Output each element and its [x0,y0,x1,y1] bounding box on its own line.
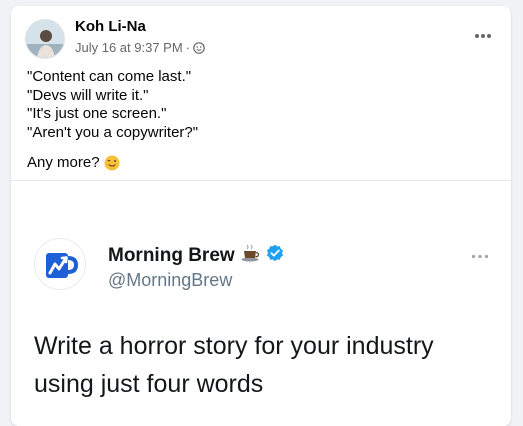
post-text: "Content can come last." "Devs will writ… [27,68,497,173]
meta-separator: · [185,40,191,55]
post-card: Koh Li-Na July 16 at 9:37 PM · "Content [11,6,511,426]
avatar-photo [26,20,64,58]
post-text-line: "Devs will write it." [27,86,149,104]
tweet-handle[interactable]: @MorningBrew [108,270,232,291]
tweet-display-name[interactable]: Morning Brew [108,245,235,267]
post-meta: July 16 at 9:37 PM · [75,40,205,55]
tweet-text: Write a horror story for your industry u… [34,332,434,398]
embedded-tweet[interactable]: Morning Brew @MorningBrew Write a horror… [11,181,511,426]
verified-badge-icon [266,244,284,268]
post-text-line: "Aren't you a copywriter?" [27,123,199,141]
avatar[interactable] [25,19,65,59]
post-closing-text: Any more? [27,154,100,171]
more-dots-icon [475,34,491,38]
coffee-icon [241,244,261,268]
author-name[interactable]: Koh Li-Na [75,18,146,35]
more-dots-icon [471,254,489,258]
tweet-more-options-button[interactable] [469,249,491,263]
winking-face-tongue-icon [104,155,120,171]
post-header: Koh Li-Na July 16 at 9:37 PM · [11,6,511,66]
morning-brew-mug-logo[interactable] [34,238,86,290]
post-timestamp[interactable]: July 16 at 9:37 PM [75,40,183,55]
post-text-line: "Content can come last." [27,68,192,85]
tweet-author-row: Morning Brew [108,244,284,268]
post-more-options-button[interactable] [471,24,495,48]
post-text-line: "It's just one screen." [27,105,167,122]
post-closing-line: Any more? [27,154,497,173]
friends-icon[interactable] [193,41,205,54]
